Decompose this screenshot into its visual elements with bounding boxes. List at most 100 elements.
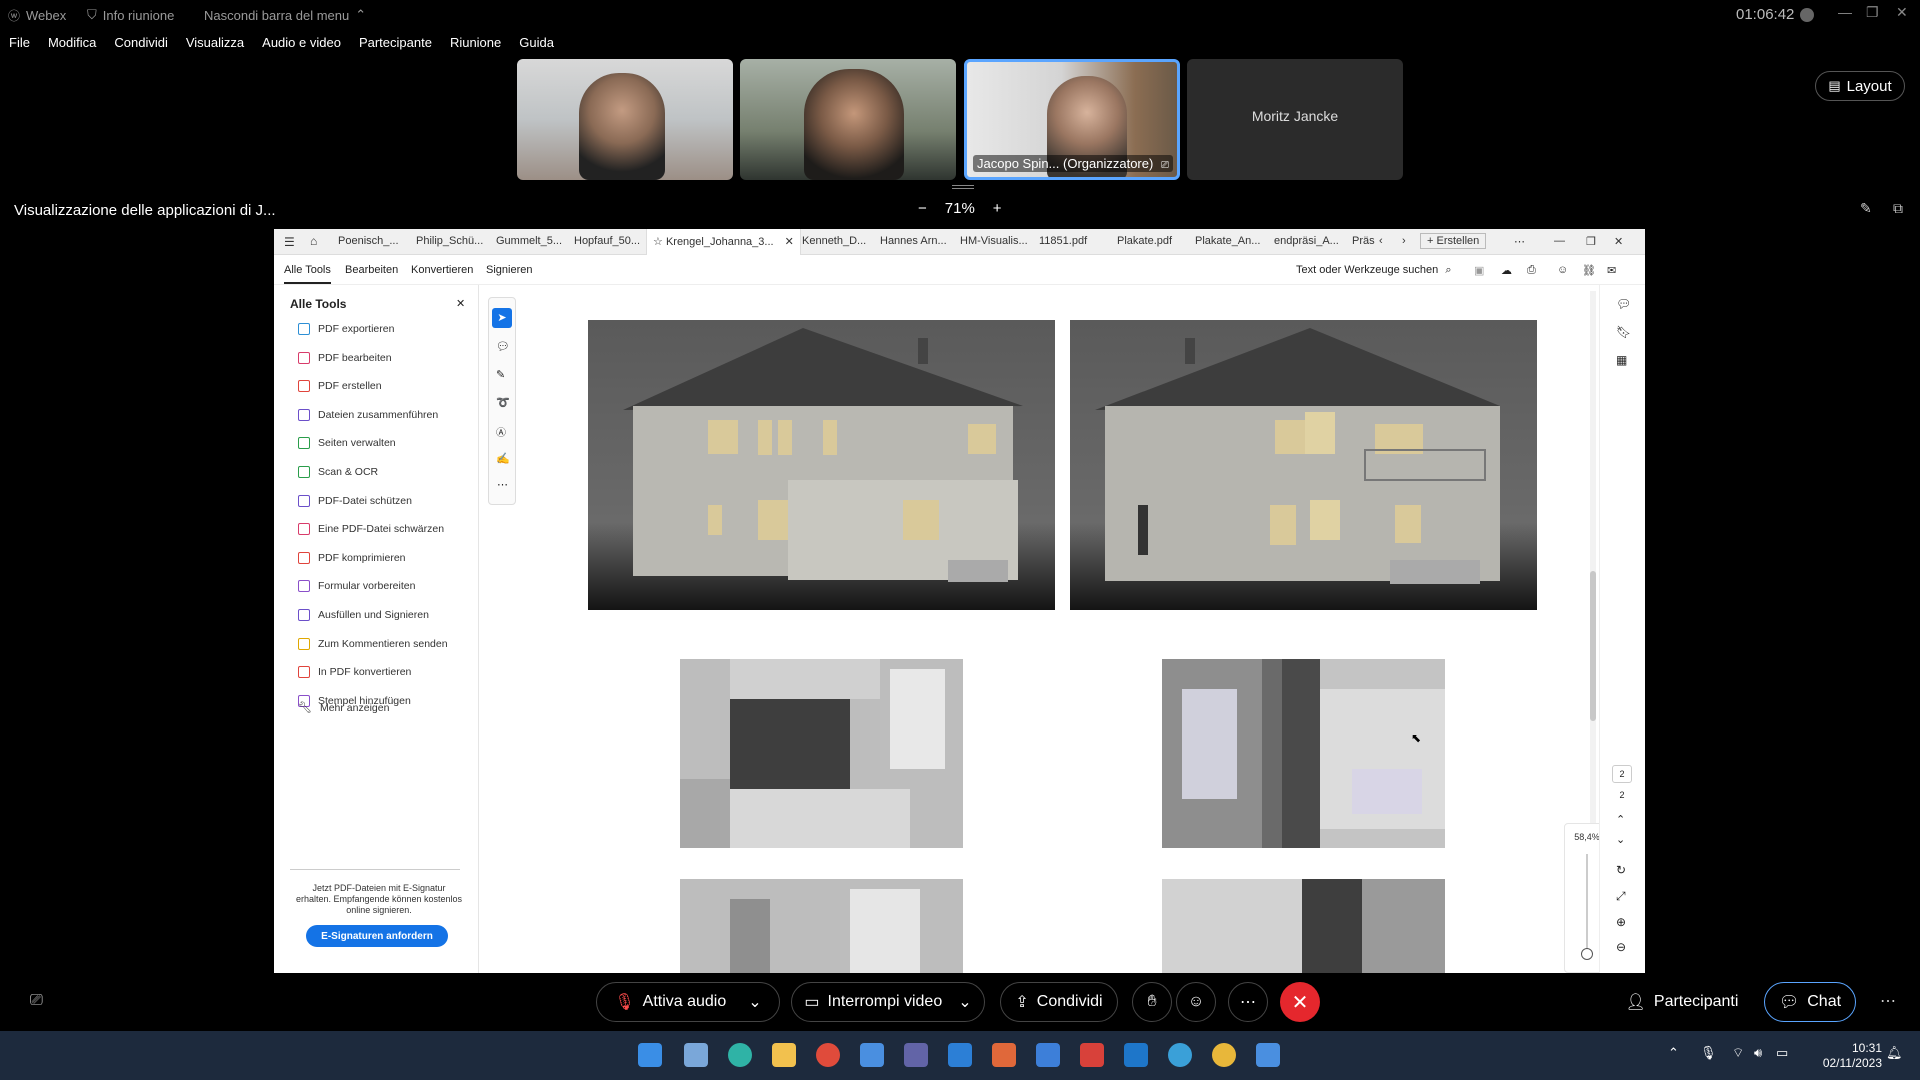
- minimize-icon[interactable]: —: [1554, 235, 1565, 247]
- close-tab-icon[interactable]: ✕: [785, 236, 794, 248]
- menu-file[interactable]: File: [0, 30, 39, 56]
- tab-convert[interactable]: Konvertieren: [411, 264, 473, 276]
- tool-item[interactable]: Eine PDF-Datei schwärzen: [298, 523, 444, 536]
- video-tile-2[interactable]: [740, 59, 956, 180]
- create-button[interactable]: + Erstellen: [1420, 233, 1487, 249]
- end-meeting-button[interactable]: ✕: [1280, 982, 1320, 1022]
- restore-icon[interactable]: ❐: [1586, 235, 1596, 248]
- minimize-icon[interactable]: —: [1838, 4, 1852, 20]
- teams-app-icon[interactable]: [904, 1043, 928, 1067]
- share-button[interactable]: ⇪ Condividi: [1000, 982, 1118, 1022]
- menu-edit[interactable]: Modifica: [39, 30, 105, 56]
- tool-item[interactable]: Formular vorbereiten: [298, 580, 415, 593]
- photos-app-icon[interactable]: [684, 1043, 708, 1067]
- doc-tab[interactable]: Plakate.pdf: [1117, 235, 1172, 247]
- text-box-icon[interactable]: Ⓐ: [496, 424, 506, 439]
- edge-browser-icon[interactable]: [728, 1043, 752, 1067]
- highlight-pen-icon[interactable]: ✎: [496, 368, 505, 381]
- captions-icon[interactable]: ⎚: [30, 992, 43, 1010]
- comments-panel-icon[interactable]: 💬︎: [1616, 297, 1631, 311]
- tab-scroll-right-icon[interactable]: ›: [1402, 235, 1406, 247]
- tool-item[interactable]: Seiten verwalten: [298, 437, 396, 450]
- tool-item[interactable]: PDF erstellen: [298, 380, 382, 393]
- page-down-icon[interactable]: ⌄: [1616, 833, 1625, 846]
- video-tile-active-speaker[interactable]: Jacopo Spin... (Organizzatore) ⎚: [964, 59, 1180, 180]
- chevron-down-icon[interactable]: ⌄: [958, 992, 971, 1012]
- tool-item[interactable]: Dateien zusammenführen: [298, 408, 438, 421]
- bookmark-icon[interactable]: 🔖︎: [1616, 325, 1631, 339]
- layout-button[interactable]: ▤ Layout: [1815, 71, 1905, 101]
- tool-item[interactable]: In PDF konvertieren: [298, 666, 411, 679]
- current-page-field[interactable]: 2: [1612, 765, 1632, 783]
- annotate-icon[interactable]: ✎: [1860, 200, 1872, 217]
- home-icon[interactable]: ⌂: [310, 234, 317, 248]
- hide-menu-button[interactable]: Nascondi barra del menu ⌃: [204, 7, 366, 23]
- chrome-profile-icon[interactable]: [1212, 1043, 1236, 1067]
- zoom-out-icon[interactable]: ⊖: [1616, 940, 1626, 954]
- tab-edit[interactable]: Bearbeiten: [345, 264, 398, 276]
- pop-out-icon[interactable]: ⧉: [1893, 200, 1903, 217]
- volume-icon[interactable]: 🔊︎: [1754, 1045, 1762, 1061]
- tool-item[interactable]: PDF exportieren: [298, 323, 394, 335]
- doc-tab[interactable]: Kenneth_D...: [802, 235, 866, 247]
- stop-video-button[interactable]: ▭ Interrompi video ⌄: [791, 982, 985, 1022]
- tool-item[interactable]: PDF-Datei schützen: [298, 494, 412, 507]
- mic-muted-icon[interactable]: 🎙︎: [1700, 1045, 1717, 1061]
- doc-tab[interactable]: Gummelt_5...: [496, 235, 562, 247]
- doc-tab[interactable]: endpräsi_A...: [1274, 235, 1339, 247]
- show-more-link[interactable]: 🔧︎ Mehr anzeigen: [298, 701, 389, 715]
- close-icon[interactable]: ✕: [1614, 235, 1623, 248]
- chat-button[interactable]: 💬︎ Chat: [1764, 982, 1856, 1022]
- scrollbar-thumb[interactable]: [1590, 571, 1596, 721]
- menu-help[interactable]: Guida: [510, 30, 563, 56]
- webex-app-icon[interactable]: [1168, 1043, 1192, 1067]
- notepad-app-icon[interactable]: [1256, 1043, 1280, 1067]
- hamburger-menu-icon[interactable]: ☰: [284, 235, 295, 249]
- mail-app-icon[interactable]: [860, 1043, 884, 1067]
- lasso-draw-icon[interactable]: ➰: [496, 396, 510, 409]
- chrome-browser-icon[interactable]: [816, 1043, 840, 1067]
- vscode-app-icon[interactable]: [948, 1043, 972, 1067]
- video-tile-4[interactable]: Moritz Jancke: [1187, 59, 1403, 180]
- reactions-icon[interactable]: ☺: [1176, 982, 1216, 1022]
- zoom-slider-thumb[interactable]: [1581, 948, 1593, 960]
- taskbar-clock[interactable]: 10:31 02/11/2023: [1823, 1041, 1882, 1071]
- doc-tab[interactable]: Hopfauf_50...: [574, 235, 640, 247]
- more-options-icon[interactable]: ⋯: [1228, 982, 1268, 1022]
- link-icon[interactable]: ⛓: [1582, 264, 1596, 277]
- tab-all-tools[interactable]: Alle Tools: [284, 264, 331, 284]
- mail-icon[interactable]: ✉: [1607, 264, 1616, 277]
- tool-item[interactable]: Zum Kommentieren senden: [298, 637, 448, 650]
- zoom-in-button[interactable]: +: [993, 200, 1002, 217]
- zoom-slider-track[interactable]: [1586, 854, 1588, 954]
- doc-tab[interactable]: Präs: [1352, 235, 1375, 247]
- zoom-in-icon[interactable]: ⊕: [1616, 915, 1626, 929]
- video-tile-1[interactable]: [517, 59, 733, 180]
- doc-tab-active[interactable]: ☆ Krengel_Johanna_3... ✕: [646, 229, 801, 255]
- file-explorer-icon[interactable]: [772, 1043, 796, 1067]
- unmute-audio-button[interactable]: 🎙︎ Attiva audio ⌄: [596, 982, 780, 1022]
- request-esignatures-button[interactable]: E-Signaturen anfordern: [306, 925, 448, 947]
- menu-view[interactable]: Visualizza: [177, 30, 253, 56]
- wifi-icon[interactable]: ⌔: [1732, 1045, 1744, 1061]
- tab-scroll-left-icon[interactable]: ‹: [1379, 235, 1383, 247]
- doc-tab[interactable]: Plakate_An...: [1195, 235, 1260, 247]
- close-icon[interactable]: ✕: [1896, 4, 1908, 21]
- doc-tab[interactable]: 11851.pdf: [1039, 235, 1087, 247]
- participants-button[interactable]: 👤︎ Partecipanti: [1612, 982, 1752, 1022]
- doc-tab[interactable]: Hannes Arn...: [880, 235, 947, 247]
- resize-handle[interactable]: [952, 185, 974, 189]
- menu-share[interactable]: Condividi: [105, 30, 176, 56]
- tool-item[interactable]: Scan & OCR: [298, 466, 378, 478]
- menu-meeting[interactable]: Riunione: [441, 30, 510, 56]
- doc-tab[interactable]: Philip_Schü...: [416, 235, 483, 247]
- upload-cloud-icon[interactable]: ☁: [1501, 264, 1512, 277]
- close-panel-icon[interactable]: ✕: [456, 297, 465, 310]
- tab-sign[interactable]: Signieren: [486, 264, 532, 276]
- page-up-icon[interactable]: ⌃: [1616, 813, 1625, 826]
- restore-icon[interactable]: ❐: [1866, 4, 1879, 21]
- tool-item[interactable]: PDF bearbeiten: [298, 351, 392, 364]
- menu-audio-video[interactable]: Audio e video: [253, 30, 350, 56]
- chevron-down-icon[interactable]: ⌄: [748, 992, 761, 1012]
- tool-item[interactable]: PDF komprimieren: [298, 551, 406, 564]
